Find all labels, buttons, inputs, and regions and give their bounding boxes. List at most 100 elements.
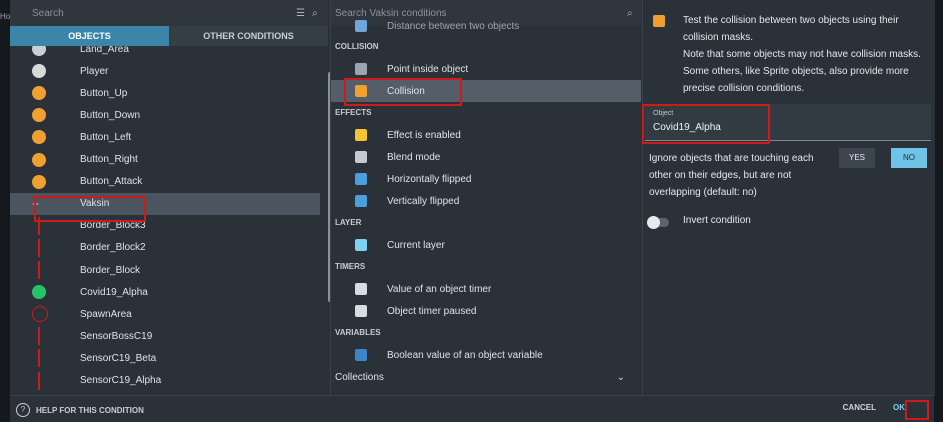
condition-item-current-layer[interactable]: Current layer	[331, 234, 641, 256]
section-effects: EFFECTS	[335, 108, 372, 117]
tab-other-conditions[interactable]: OTHER CONDITIONS	[169, 26, 328, 46]
condition-item-timer-value[interactable]: Value of an object timer	[331, 278, 641, 300]
object-item-land-area[interactable]: Land_Area	[10, 46, 320, 60]
object-item-vaksin[interactable]: − Vaksin	[10, 192, 320, 215]
condition-item-h-flipped[interactable]: Horizontally flipped	[331, 168, 641, 190]
object-item-label: Button_Left	[80, 131, 132, 143]
section-collision: COLLISION	[335, 42, 379, 51]
search-icon[interactable]: ⌕	[312, 8, 318, 19]
yes-button[interactable]: YES	[839, 148, 875, 168]
background-window-label: Ho	[0, 12, 11, 21]
condition-item-v-flipped[interactable]: Vertically flipped	[331, 190, 641, 212]
timer-paused-icon	[355, 305, 367, 317]
toggle-knob	[647, 216, 660, 229]
object-item-label: Button_Down	[80, 109, 141, 121]
objects-list: Land_Area Player Button_Up Button_Down Butto…	[10, 46, 328, 396]
help-icon: ?	[16, 403, 30, 417]
button-left-icon	[32, 130, 46, 145]
collision-icon	[653, 15, 665, 27]
section-layer: LAYER	[335, 218, 362, 227]
object-item-spawnarea[interactable]: SpawnArea	[10, 303, 320, 325]
ok-button[interactable]: OK	[890, 400, 908, 416]
object-field-value[interactable]: Covid19_Alpha	[653, 122, 721, 133]
help-button[interactable]: ? HELP FOR THIS CONDITION	[16, 403, 144, 417]
condition-item-point-inside[interactable]: Point inside object	[331, 58, 641, 80]
section-timers: TIMERS	[335, 262, 366, 271]
object-item-border-block3[interactable]: Border_Block3	[10, 215, 320, 237]
object-item-label: Border_Block	[80, 264, 141, 276]
search-icon[interactable]: ⌕	[627, 8, 633, 19]
border-icon	[38, 238, 40, 257]
object-item-label: Vaksin	[80, 198, 110, 210]
condition-item-distance[interactable]: Distance between two objects	[331, 18, 641, 34]
objects-search-input[interactable]: Search	[32, 8, 64, 19]
no-button[interactable]: NO	[891, 148, 927, 168]
lightning-icon	[355, 129, 367, 141]
dialog-footer: ? HELP FOR THIS CONDITION CANCEL OK	[10, 395, 934, 422]
timer-icon	[355, 283, 367, 295]
object-item-button-up[interactable]: Button_Up	[10, 82, 320, 104]
object-item-label: Button_Attack	[80, 176, 143, 188]
tab-objects[interactable]: OBJECTS	[10, 26, 169, 46]
layer-icon	[355, 239, 367, 251]
collision-icon	[355, 85, 367, 97]
condition-editor-dialog: Search ☰ ⌕ OBJECTS OTHER CONDITIONS Land…	[10, 0, 935, 422]
collections-group[interactable]: Collections ⌄	[331, 366, 631, 388]
chevron-down-icon[interactable]: ⌄	[617, 372, 625, 383]
condition-item-bool-var[interactable]: Boolean value of an object variable	[331, 344, 641, 366]
objects-tabs: OBJECTS OTHER CONDITIONS	[10, 26, 328, 46]
flip-horizontal-icon	[355, 173, 367, 185]
object-item-label: Border_Block2	[80, 242, 146, 254]
object-item-sensorc19-beta[interactable]: SensorC19_Beta	[10, 347, 320, 369]
object-item-sensorbossc19[interactable]: SensorBossC19	[10, 325, 320, 347]
object-field-caption: Object	[653, 110, 674, 117]
object-item-sensorc19-alpha[interactable]: SensorC19_Alpha	[10, 370, 320, 392]
target-icon	[32, 306, 48, 323]
border-icon	[38, 261, 40, 279]
object-item-label: SensorC19_Alpha	[80, 375, 162, 386]
object-item-button-right[interactable]: Button_Right	[10, 149, 320, 171]
button-right-icon	[32, 152, 46, 167]
object-item-label: Button_Up	[80, 87, 128, 99]
button-down-icon	[32, 108, 46, 123]
button-up-icon	[32, 86, 46, 101]
border-icon	[38, 216, 40, 235]
objects-search-bar[interactable]: Search ☰ ⌕	[10, 0, 328, 26]
player-icon	[32, 64, 46, 79]
distance-icon	[355, 20, 367, 32]
section-variables: VARIABLES	[335, 328, 381, 337]
object-item-covid19-alpha[interactable]: Covid19_Alpha	[10, 281, 320, 303]
cancel-button[interactable]: CANCEL	[843, 403, 876, 412]
object-item-border-block[interactable]: Border_Block	[10, 259, 320, 281]
condition-description: Test the collision between two objects u…	[683, 15, 921, 94]
object-item-button-attack[interactable]: Button_Attack	[10, 171, 320, 193]
conditions-panel: Search Vaksin conditions ⌕ Distance betw…	[330, 0, 641, 396]
background-window-edge: Ho	[0, 0, 10, 422]
condition-item-blend-mode[interactable]: Blend mode	[331, 146, 641, 168]
object-item-player[interactable]: Player	[10, 60, 320, 82]
filter-icon[interactable]: ☰	[296, 8, 305, 19]
sensor-icon	[38, 371, 40, 390]
condition-item-effect-enabled[interactable]: Effect is enabled	[331, 124, 641, 146]
condition-item-timer-paused[interactable]: Object timer paused	[331, 300, 641, 322]
objects-panel: Search ☰ ⌕ OBJECTS OTHER CONDITIONS Land…	[10, 0, 332, 396]
blend-mode-icon	[355, 151, 367, 163]
condition-item-collision[interactable]: Collision	[331, 80, 641, 102]
sensor-icon	[38, 349, 40, 368]
object-item-button-down[interactable]: Button_Down	[10, 104, 320, 126]
object-item-border-block2[interactable]: Border_Block2	[10, 237, 320, 259]
variable-icon	[355, 349, 367, 361]
object-item-label: SensorBossC19	[80, 330, 153, 342]
object-item-label: Player	[80, 65, 109, 77]
object-item-label: SensorC19_Beta	[80, 352, 157, 364]
group-minus-icon: −	[32, 196, 40, 211]
land-icon	[32, 46, 46, 56]
background-window-edge-right	[934, 0, 943, 422]
point-inside-icon	[355, 63, 367, 75]
ignore-edges-label: Ignore objects that are touching each ot…	[649, 153, 814, 198]
object-parameter-field[interactable]: Object Covid19_Alpha	[645, 104, 931, 141]
object-item-button-left[interactable]: Button_Left	[10, 126, 320, 148]
invert-condition-label: Invert condition	[683, 215, 751, 226]
invert-condition-toggle[interactable]	[647, 216, 669, 229]
conditions-search-input[interactable]: Search Vaksin conditions	[335, 8, 447, 19]
